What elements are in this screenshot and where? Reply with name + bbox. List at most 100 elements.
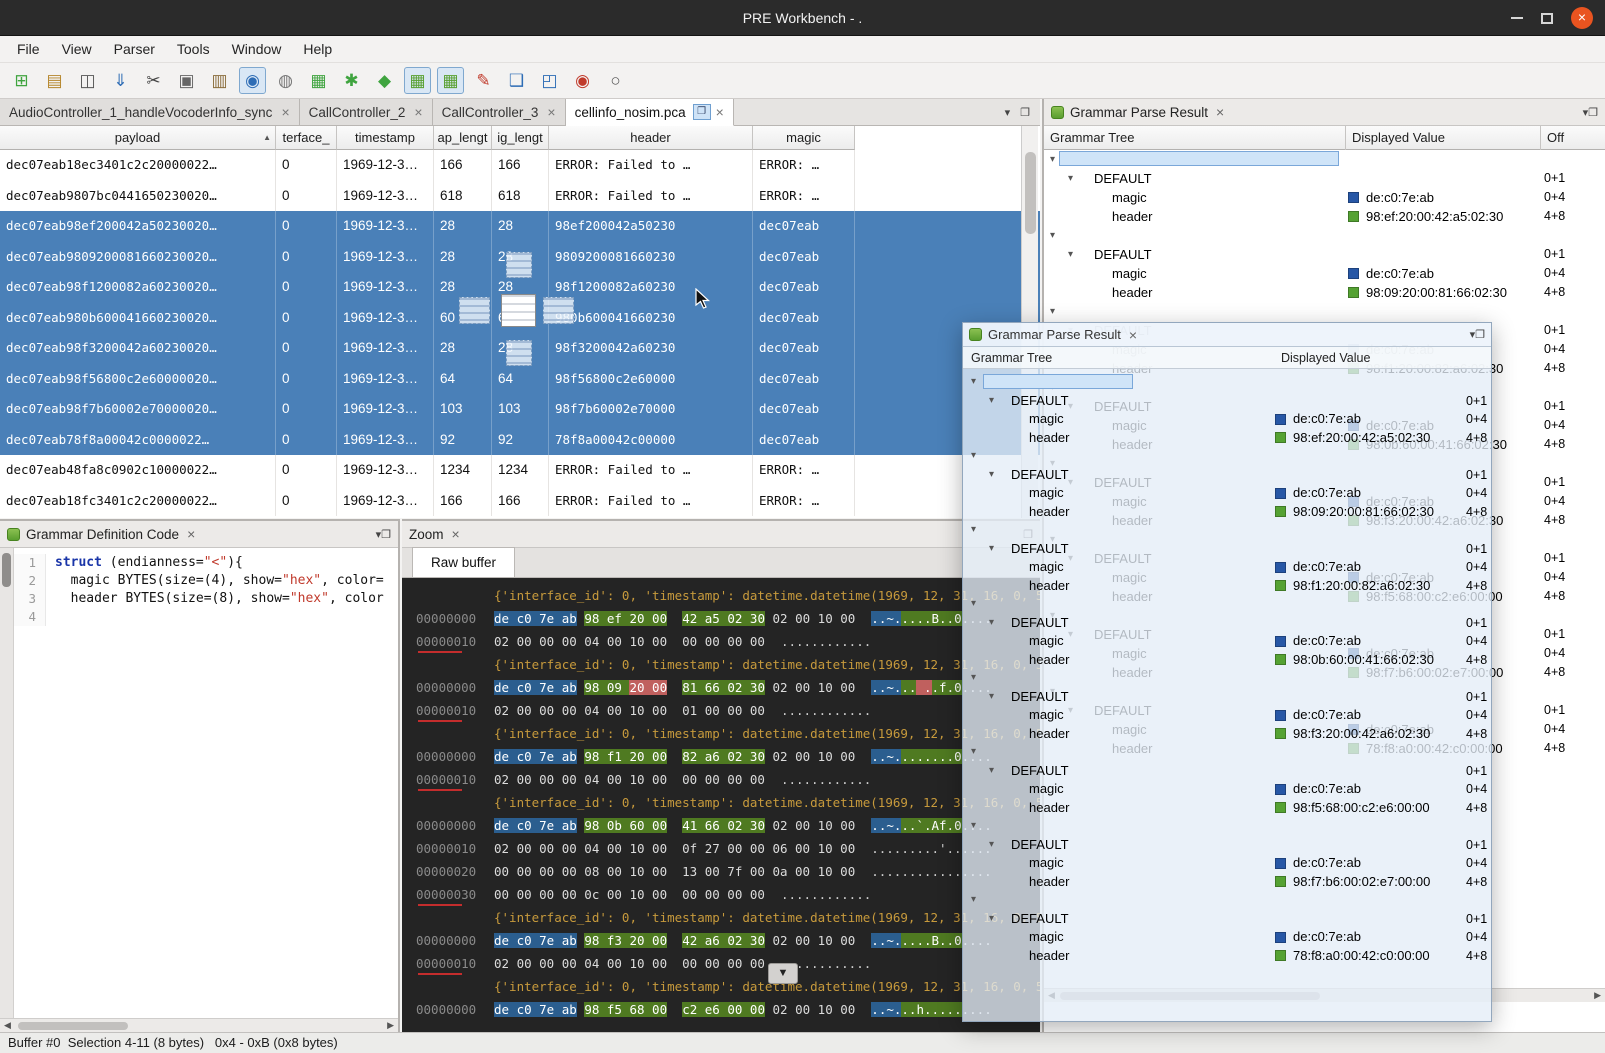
- new-file-icon[interactable]: ⊞: [8, 67, 35, 94]
- run-icon[interactable]: ◆: [371, 67, 398, 94]
- tree-row[interactable]: magicde:c0:7e:ab0+4: [963, 928, 1491, 947]
- tree-row[interactable]: ▾DEFAULT0+1: [963, 392, 1491, 411]
- tab-close-icon[interactable]: ×: [547, 104, 555, 120]
- floating-parse-window[interactable]: Grammar Parse Result × ▾ ❐ Grammar Tree …: [962, 322, 1492, 1022]
- tree-row[interactable]: header98:f3:20:00:42:a6:02:304+8: [963, 725, 1491, 744]
- column-header-header[interactable]: header: [549, 126, 753, 150]
- tree-row[interactable]: magicde:c0:7e:ab0+4: [963, 706, 1491, 725]
- code-vscroll-thumb[interactable]: [2, 553, 11, 587]
- tree-row[interactable]: ▾: [963, 891, 1491, 910]
- expander-icon[interactable]: ▾: [1068, 245, 1073, 264]
- tree-row[interactable]: magicde:c0:7e:ab0+4: [963, 484, 1491, 503]
- ascii-span[interactable]: ..h.....: [901, 1002, 961, 1017]
- menu-item-parser[interactable]: Parser: [103, 38, 166, 60]
- hex-byte-span[interactable]: 02 00 10 00: [765, 818, 855, 833]
- hex-byte-span[interactable]: 02 00 10 00: [765, 1002, 855, 1017]
- ascii-span[interactable]: .f.0: [932, 680, 962, 695]
- column-header-offset[interactable]: Off: [1540, 126, 1564, 150]
- column-header-grammar-tree[interactable]: Grammar Tree: [1050, 126, 1135, 150]
- hex-byte-span[interactable]: 02 00 00 00 04 00 10 00 00 00 00 00: [494, 634, 765, 649]
- hex-byte-span[interactable]: [667, 611, 682, 626]
- hex-byte-span[interactable]: 20 00: [629, 680, 667, 695]
- column-header-payload[interactable]: payload▲: [0, 126, 276, 150]
- tab-list-dropdown-icon[interactable]: ▾: [1005, 106, 1011, 119]
- tree-row[interactable]: magicde:c0:7e:ab0+4: [963, 410, 1491, 429]
- tree-row[interactable]: magicde:c0:7e:ab0+4: [963, 854, 1491, 873]
- zoom-panel-close-icon[interactable]: ×: [452, 526, 460, 542]
- tree-row[interactable]: ▾DEFAULT0+1: [963, 688, 1491, 707]
- expander-icon[interactable]: ▾: [971, 743, 976, 762]
- ascii-span[interactable]: ..~.: [871, 749, 901, 764]
- hex-view-icon[interactable]: ▦: [437, 67, 464, 94]
- menu-item-help[interactable]: Help: [292, 38, 343, 60]
- parse-icon[interactable]: ◉: [239, 67, 266, 94]
- tree-row[interactable]: magicde:c0:7e:ab0+4: [1044, 188, 1605, 207]
- expander-icon[interactable]: ▾: [989, 910, 994, 929]
- code-panel-vscrollbar[interactable]: [0, 548, 14, 1018]
- floating-window-titlebar[interactable]: Grammar Parse Result × ▾ ❐: [963, 323, 1491, 347]
- tree-row[interactable]: ▾DEFAULT0+1: [963, 836, 1491, 855]
- hex-byte-span[interactable]: de c0 7e ab: [494, 611, 577, 626]
- tree-row[interactable]: ▾DEFAULT0+1: [1044, 245, 1605, 264]
- hex-byte-span[interactable]: [667, 680, 682, 695]
- hex-byte-span[interactable]: 42 a5 02 30: [682, 611, 765, 626]
- tree-row[interactable]: header98:09:20:00:81:66:02:304+8: [963, 503, 1491, 522]
- hex-byte-span[interactable]: 98 f1 20 00: [584, 749, 667, 764]
- search-icon[interactable]: ○: [602, 67, 629, 94]
- tab-close-icon[interactable]: ×: [716, 104, 724, 120]
- ascii-span[interactable]: ....B..0: [901, 933, 961, 948]
- hex-byte-span[interactable]: [667, 818, 682, 833]
- table-row[interactable]: dec07eab18ec3401c2c20000022…01969-12-3…1…: [0, 150, 1040, 181]
- scroll-left-icon[interactable]: ◀: [4, 1020, 11, 1031]
- hex-byte-span[interactable]: 02 00 00 00 04 00 10 00 01 00 00 00: [494, 703, 765, 718]
- hex-byte-span[interactable]: 02 00 00 00 04 00 10 00 0f 27 00 00 06 0…: [494, 841, 855, 856]
- scroll-right-icon[interactable]: ▶: [387, 1020, 394, 1031]
- pin-icon[interactable]: ◉: [569, 67, 596, 94]
- copy-icon[interactable]: ▣: [173, 67, 200, 94]
- expander-icon[interactable]: ▾: [971, 669, 976, 688]
- ascii-span[interactable]: ..: [901, 680, 916, 695]
- hex-byte-span[interactable]: 00 00 00 00 08 00 10 00 13 00 7f 00 0a 0…: [494, 864, 855, 879]
- hex-byte-span[interactable]: [667, 749, 682, 764]
- column-header-displayed-value[interactable]: Displayed Value: [1281, 347, 1370, 369]
- code-panel-float-icon[interactable]: ❐: [381, 528, 391, 541]
- tree-row[interactable]: ▾DEFAULT0+1: [963, 614, 1491, 633]
- hex-byte-span[interactable]: de c0 7e ab: [494, 680, 577, 695]
- parse-panel-float-icon[interactable]: ❐: [1588, 106, 1598, 119]
- table-row[interactable]: dec07eab48fa8c0902c10000022…01969-12-3…1…: [0, 455, 1040, 486]
- menu-item-file[interactable]: File: [6, 38, 51, 60]
- ascii-span[interactable]: ..~.: [871, 1002, 901, 1017]
- expander-icon[interactable]: ▾: [971, 373, 976, 392]
- tree-row[interactable]: ▾: [963, 521, 1491, 540]
- save-icon[interactable]: ◫: [74, 67, 101, 94]
- tree-row[interactable]: ▾DEFAULT0+1: [963, 910, 1491, 929]
- column-header-grammar-tree[interactable]: Grammar Tree: [971, 347, 1052, 369]
- tree-row[interactable]: ▾: [963, 595, 1491, 614]
- tree-row[interactable]: header98:f7:b6:00:02:e7:00:004+8: [963, 873, 1491, 892]
- code-line[interactable]: 1struct (endianness="<"){: [14, 554, 398, 572]
- ascii-span[interactable]: ..~.: [871, 611, 901, 626]
- column-header-magic[interactable]: magic: [753, 126, 855, 150]
- expander-icon[interactable]: ▾: [971, 891, 976, 910]
- maximize-button[interactable]: [1541, 13, 1553, 24]
- table-row[interactable]: dec07eab18fc3401c2c20000022…01969-12-3…1…: [0, 486, 1040, 517]
- table-vscroll-thumb[interactable]: [1025, 152, 1036, 234]
- ascii-span[interactable]: .......0: [901, 749, 961, 764]
- tree-row[interactable]: header98:f1:20:00:82:a6:02:304+8: [963, 577, 1491, 596]
- hex-byte-span[interactable]: 98 0b 60 00: [584, 818, 667, 833]
- tree-row[interactable]: ▾: [963, 743, 1491, 762]
- code-panel-hscrollbar[interactable]: ◀ ▶: [0, 1018, 398, 1032]
- tab-CallController_3[interactable]: CallController_3×: [433, 99, 566, 125]
- tree-row[interactable]: header98:ef:20:00:42:a5:02:304+8: [1044, 207, 1605, 226]
- paste-icon[interactable]: ▥: [206, 67, 233, 94]
- tree-row[interactable]: ▾DEFAULT0+1: [963, 540, 1491, 559]
- debug-icon[interactable]: ✱: [338, 67, 365, 94]
- open-file-icon[interactable]: ▤: [41, 67, 68, 94]
- ascii-span[interactable]: ..`.Af.0: [901, 818, 961, 833]
- tree-row[interactable]: ▾DEFAULT0+1: [1044, 169, 1605, 188]
- expander-icon[interactable]: ▾: [989, 762, 994, 781]
- ascii-span[interactable]: ..~.: [871, 933, 901, 948]
- hex-byte-span[interactable]: 81 66 02 30: [682, 680, 765, 695]
- hex-byte-span[interactable]: 82 a6 02 30: [682, 749, 765, 764]
- ascii-span[interactable]: ....B..0: [901, 611, 961, 626]
